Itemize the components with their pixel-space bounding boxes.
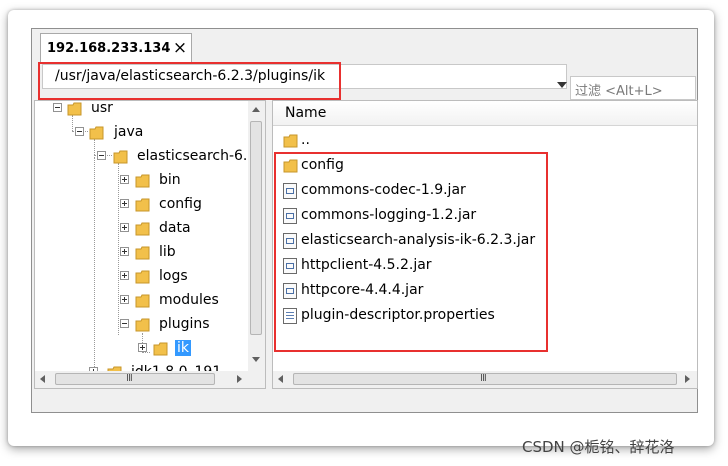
tree-item-label: java (114, 124, 144, 140)
expand-icon[interactable] (120, 271, 129, 280)
folder-icon (283, 159, 298, 173)
scroll-up-icon[interactable] (252, 107, 260, 112)
tree-item-label: modules (159, 292, 219, 308)
file-name: elasticsearch-analysis-ik-6.2.3.jar (301, 232, 536, 248)
jar-file-icon (283, 283, 297, 299)
file-name: config (301, 157, 344, 173)
collapse-icon[interactable] (120, 319, 129, 328)
filter-placeholder: 过滤 <Alt+L> (575, 84, 663, 99)
tree-item-label: logs (159, 268, 188, 284)
folder-icon (153, 342, 168, 356)
file-name: .. (301, 132, 310, 148)
tree-item-label: elasticsearch-6.2 (137, 148, 257, 164)
folder-icon (135, 270, 150, 284)
column-header-label: Name (285, 105, 327, 121)
tree-connector (94, 139, 95, 155)
scroll-grip: III (480, 373, 487, 384)
folder-icon (113, 150, 128, 164)
scroll-left-icon[interactable] (278, 375, 283, 383)
file-browser-window: 192.168.233.134 × /usr/java/elasticsearc… (31, 28, 698, 413)
folder-icon (135, 294, 150, 308)
expand-icon[interactable] (120, 295, 129, 304)
expand-icon[interactable] (120, 175, 129, 184)
expand-icon[interactable] (138, 343, 147, 352)
file-list: Name .. config commons-codec-1.9.jar com… (272, 100, 698, 389)
scroll-down-icon[interactable] (252, 357, 260, 362)
file-name: httpcore-4.4.4.jar (301, 282, 424, 298)
folder-icon (89, 126, 104, 140)
jar-file-icon (283, 208, 297, 224)
file-name: plugin-descriptor.properties (301, 307, 495, 323)
scroll-grip: III (126, 373, 133, 384)
tree-vertical-scroll-thumb[interactable] (250, 121, 262, 335)
properties-file-icon (283, 308, 297, 324)
tree-horizontal-scrollbar[interactable]: III (35, 371, 265, 388)
tree-item-label: config (159, 196, 202, 212)
name-column-header[interactable]: Name (273, 101, 697, 126)
file-horizontal-scroll-thumb[interactable]: III (293, 373, 677, 385)
directory-tree: usr java elasticsearch-6.2 bin config da… (34, 100, 266, 389)
session-tab-title: 192.168.233.134 (47, 41, 171, 56)
file-horizontal-scrollbar[interactable]: III (273, 371, 697, 388)
path-text: /usr/java/elasticsearch-6.2.3/plugins/ik (55, 68, 326, 84)
expand-icon[interactable] (120, 223, 129, 232)
tree-connector (94, 157, 95, 373)
jar-file-icon (283, 258, 297, 274)
folder-icon (135, 246, 150, 260)
session-tab[interactable]: 192.168.233.134 × (40, 33, 192, 62)
tree-item-label: bin (159, 172, 181, 188)
scroll-right-icon[interactable] (685, 375, 690, 383)
tree-vertical-scrollbar[interactable] (248, 101, 265, 371)
filter-input[interactable]: 过滤 <Alt+L> (570, 76, 696, 100)
watermark: CSDN @栀铭、辞花洛 (522, 438, 675, 456)
tree-item-label: plugins (159, 316, 210, 332)
jar-file-icon (283, 233, 297, 249)
file-name: commons-logging-1.2.jar (301, 207, 477, 223)
close-icon[interactable]: × (172, 38, 188, 58)
folder-icon (135, 318, 150, 332)
scroll-right-icon[interactable] (237, 375, 242, 383)
tree-item-label: data (159, 220, 191, 236)
tree-item-label: usr (91, 100, 113, 116)
tree-connector (142, 352, 150, 353)
jar-file-icon (283, 183, 297, 199)
folder-icon (135, 174, 150, 188)
tree-horizontal-scroll-thumb[interactable]: III (55, 373, 215, 385)
folder-icon (283, 134, 298, 148)
collapse-icon[interactable] (53, 103, 62, 112)
path-input[interactable]: /usr/java/elasticsearch-6.2.3/plugins/ik (42, 64, 567, 89)
scroll-left-icon[interactable] (40, 375, 45, 383)
path-dropdown-icon[interactable] (557, 82, 567, 88)
collapse-icon[interactable] (97, 151, 106, 160)
file-name: httpclient-4.5.2.jar (301, 257, 432, 273)
folder-icon (135, 222, 150, 236)
expand-icon[interactable] (120, 247, 129, 256)
expand-icon[interactable] (120, 199, 129, 208)
tree-item-label: lib (159, 244, 176, 260)
folder-icon (135, 198, 150, 212)
folder-icon (67, 102, 82, 116)
tree-connector (118, 163, 119, 335)
tree-item-label: ik (175, 340, 191, 356)
file-name: commons-codec-1.9.jar (301, 182, 466, 198)
collapse-icon[interactable] (75, 127, 84, 136)
tree-connector (72, 115, 73, 131)
